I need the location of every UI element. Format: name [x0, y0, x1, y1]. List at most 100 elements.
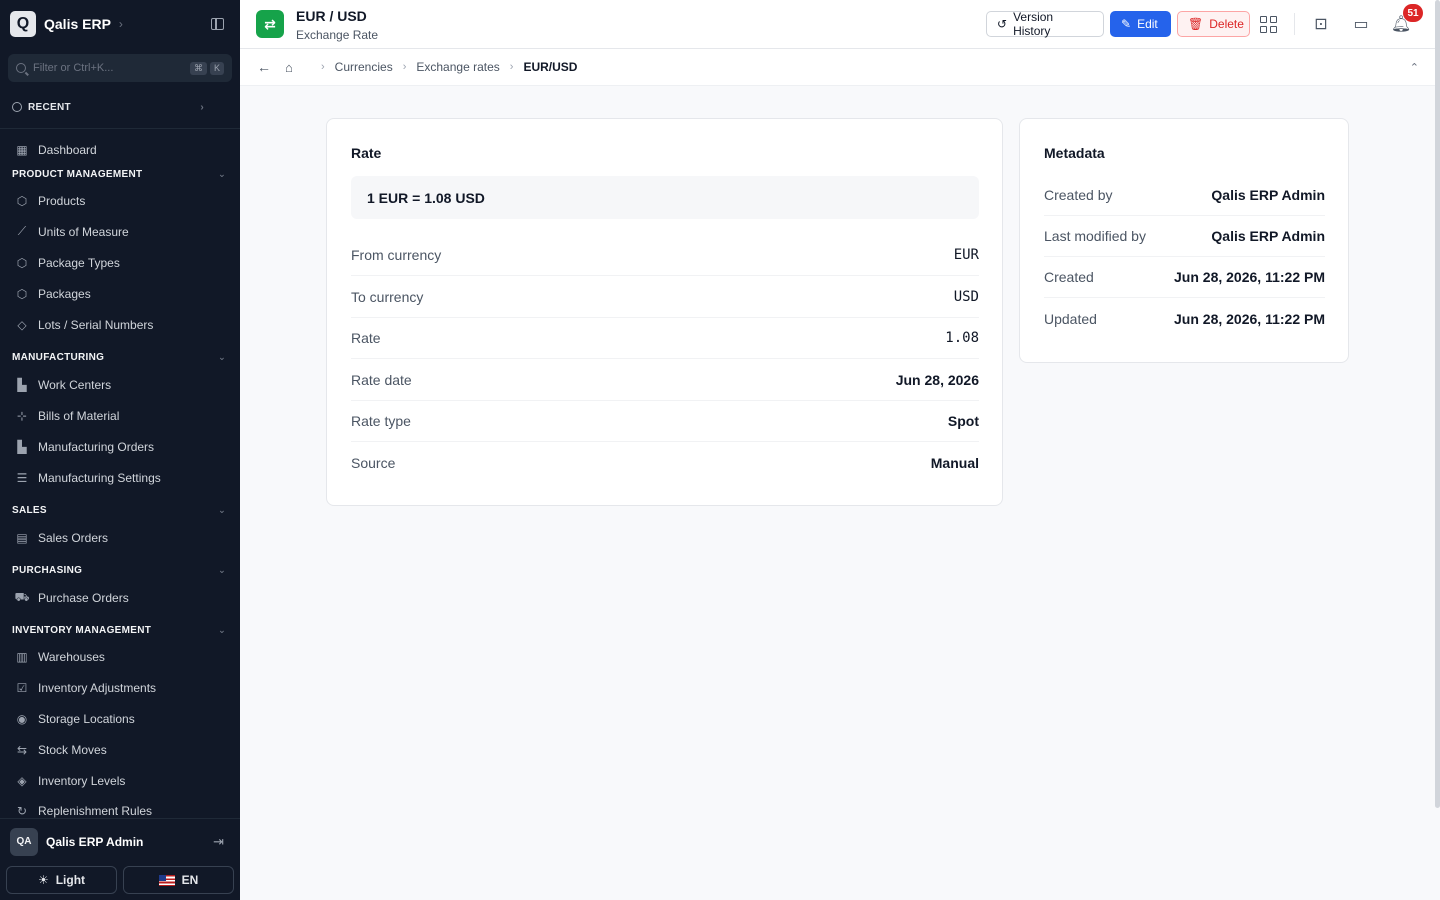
- sidebar-item-sales-orders[interactable]: ▤ Sales Orders: [0, 522, 240, 553]
- field-value: EUR: [953, 247, 979, 263]
- field-value: Manual: [930, 454, 979, 471]
- sidebar-footer: ☀ Light EN: [6, 866, 234, 894]
- map-pin-icon: ◉: [16, 711, 28, 726]
- trash-icon: 🗑: [1188, 17, 1204, 31]
- recent-section[interactable]: RECENT ›: [0, 96, 240, 118]
- version-history-button[interactable]: ↺ Version History: [986, 10, 1104, 38]
- box-icon: ⬡: [16, 255, 28, 270]
- section-purchasing[interactable]: PURCHASING ⌄: [0, 561, 240, 579]
- delete-label: Delete: [1209, 17, 1244, 31]
- user-name: Qalis ERP Admin: [46, 834, 144, 849]
- ruler-icon: ⟋: [17, 224, 27, 238]
- breadcrumb-currencies[interactable]: Currencies: [335, 60, 393, 74]
- history-icon: ↺: [997, 17, 1008, 31]
- back-arrow-icon[interactable]: ←: [257, 59, 271, 75]
- sidebar-item-packages[interactable]: ⬡ Packages: [0, 278, 240, 309]
- chevron-right-icon: ›: [200, 101, 204, 113]
- rate-summary: 1 EUR = 1.08 USD: [351, 176, 979, 219]
- section-sales[interactable]: SALES ⌄: [0, 501, 240, 519]
- edit-button[interactable]: ✎ Edit: [1110, 11, 1171, 37]
- brand-name[interactable]: Qalis ERP: [44, 16, 111, 32]
- meta-value: Jun 28, 2026, 11:22 PM: [1174, 310, 1325, 327]
- theme-toggle-button[interactable]: ☀ Light: [6, 866, 117, 894]
- theme-label: Light: [55, 873, 86, 887]
- breadcrumb-current: EUR/USD: [523, 60, 578, 74]
- delete-button[interactable]: 🗑 Delete: [1177, 11, 1250, 37]
- language-label: EN: [181, 873, 199, 887]
- sidebar-item-units-of-measure[interactable]: ⟋ Units of Measure: [0, 216, 240, 247]
- sidebar-item-inventory-levels[interactable]: ◈ Inventory Levels: [0, 765, 240, 796]
- field-label: Source: [351, 454, 396, 471]
- sidebar-item-manufacturing-orders[interactable]: ▙ Manufacturing Orders: [0, 431, 240, 462]
- warehouse-icon: ▥: [16, 649, 28, 664]
- sidebar-item-label: Products: [38, 193, 86, 208]
- chevron-right-icon: ›: [321, 61, 325, 73]
- chevron-up-icon[interactable]: ⌃: [1410, 61, 1419, 74]
- sidebar-item-inventory-adjustments[interactable]: ☑ Inventory Adjustments: [0, 672, 240, 703]
- section-label: MANUFACTURING: [12, 351, 105, 363]
- sidebar-item-bills-of-material[interactable]: ⊹ Bills of Material: [0, 400, 240, 431]
- chevron-down-icon: ⌄: [218, 564, 226, 575]
- user-menu[interactable]: QA Qalis ERP Admin ⇥: [0, 818, 240, 864]
- sidebar-item-stock-moves[interactable]: ⇆ Stock Moves: [0, 734, 240, 765]
- sun-icon: ☀: [37, 873, 49, 887]
- page-title: EUR / USD: [296, 8, 367, 24]
- chevron-down-icon: ⌄: [218, 351, 226, 362]
- sidebar-filter-input[interactable]: Filter or Ctrl+K... ⌘ K: [8, 54, 232, 82]
- sidebar-item-products[interactable]: ⬡ Products: [0, 185, 240, 216]
- sidebar-item-label: Dashboard: [38, 142, 97, 157]
- field-rate-type: Rate type Spot: [351, 401, 979, 442]
- metadata-card: Metadata Created by Qalis ERP Admin Last…: [1019, 118, 1349, 363]
- sidebar-item-manufacturing-settings[interactable]: ☰ Manufacturing Settings: [0, 462, 240, 493]
- divider: [0, 128, 240, 129]
- sidebar-item-label: Work Centers: [38, 377, 112, 392]
- sidebar-item-label: Package Types: [38, 255, 120, 270]
- app-logo[interactable]: Q: [10, 11, 36, 37]
- home-icon[interactable]: ⌂: [285, 60, 299, 75]
- section-label: SALES: [12, 504, 47, 516]
- logout-icon[interactable]: ⇥: [213, 834, 224, 850]
- language-button[interactable]: EN: [123, 866, 234, 894]
- breadcrumb-exchange-rates[interactable]: Exchange rates: [416, 60, 499, 74]
- box-icon: ⬡: [16, 193, 28, 208]
- page-subtitle: Exchange Rate: [296, 28, 379, 42]
- kbd-k: K: [209, 61, 224, 75]
- sidebar: Q Qalis ERP › Filter or Ctrl+K... ⌘ K RE…: [0, 0, 240, 900]
- sidebar-item-dashboard[interactable]: ▦ Dashboard: [0, 134, 240, 165]
- breadcrumb: ← ⌂ › Currencies › Exchange rates › EUR/…: [240, 49, 1435, 86]
- meta-created: Created Jun 28, 2026, 11:22 PM: [1044, 257, 1325, 298]
- meta-created-by: Created by Qalis ERP Admin: [1044, 175, 1325, 216]
- chevron-down-icon: ⌄: [218, 624, 226, 635]
- dashboard-icon: ▦: [16, 142, 28, 157]
- sidebar-item-label: Stock Moves: [38, 742, 107, 757]
- rate-card-title: Rate: [351, 145, 382, 161]
- sidebar-item-storage-locations[interactable]: ◉ Storage Locations: [0, 703, 240, 734]
- document-icon: ▤: [16, 530, 28, 545]
- section-product-management[interactable]: PRODUCT MANAGEMENT ⌄: [0, 165, 240, 183]
- bot-icon[interactable]: ⊡: [1311, 14, 1331, 34]
- sidebar-item-label: Manufacturing Settings: [38, 470, 161, 485]
- kbd-cmd: ⌘: [189, 61, 207, 75]
- section-inventory-management[interactable]: INVENTORY MANAGEMENT ⌄: [0, 621, 240, 639]
- meta-updated: Updated Jun 28, 2026, 11:22 PM: [1044, 298, 1325, 339]
- sidebar-item-lots[interactable]: ◇ Lots / Serial Numbers: [0, 309, 240, 340]
- sidebar-collapse-icon[interactable]: [211, 18, 224, 30]
- sidebar-item-label: Sales Orders: [38, 530, 109, 545]
- meta-label: Created: [1044, 269, 1094, 285]
- section-label: PRODUCT MANAGEMENT: [12, 168, 143, 180]
- chevron-right-icon[interactable]: ›: [119, 17, 123, 31]
- exchange-icon: ⇄: [256, 10, 284, 38]
- sidebar-item-replenishment-rules[interactable]: ↻ Replenishment Rules: [0, 796, 240, 818]
- apps-grid-icon[interactable]: [1258, 14, 1278, 34]
- sidebar-item-warehouses[interactable]: ▥ Warehouses: [0, 641, 240, 672]
- sidebar-item-label: Packages: [38, 286, 91, 301]
- sidebar-item-package-types[interactable]: ⬡ Package Types: [0, 247, 240, 278]
- chat-icon[interactable]: ▭: [1351, 14, 1371, 34]
- edit-icon: ✎: [1121, 17, 1132, 31]
- sidebar-item-label: Inventory Levels: [38, 773, 126, 788]
- section-manufacturing[interactable]: MANUFACTURING ⌄: [0, 348, 240, 366]
- sidebar-item-purchase-orders[interactable]: ⛟ Purchase Orders: [0, 582, 240, 613]
- metadata-card-title: Metadata: [1044, 145, 1105, 161]
- sidebar-item-work-centers[interactable]: ▙ Work Centers: [0, 369, 240, 400]
- scrollbar[interactable]: [1435, 0, 1440, 808]
